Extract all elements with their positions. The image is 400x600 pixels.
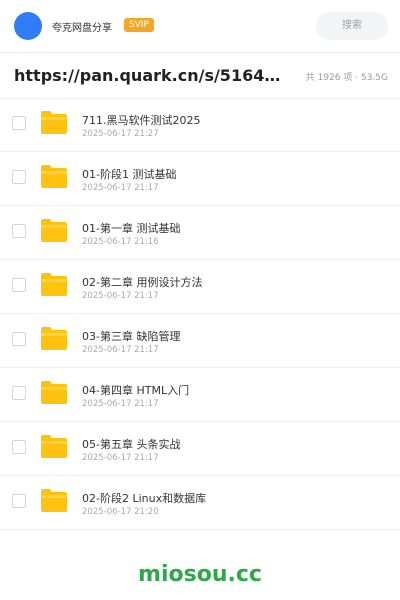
avatar[interactable]	[14, 12, 42, 40]
file-name: 01-阶段1 测试基础	[82, 168, 177, 181]
folder-icon	[41, 381, 67, 404]
share-title-bar: https://pan.quark.cn/s/5164b5796aa4 共 19…	[0, 52, 400, 99]
search-input[interactable]: 搜索	[316, 12, 388, 40]
file-name: 01-第一章 测试基础	[82, 222, 181, 235]
item-summary: 共 1926 项 · 53.5G	[305, 73, 388, 83]
brand-name: 夸克网盘分享	[52, 23, 112, 34]
list-item[interactable]: 02-第二章 用例设计方法 2025-06-17 21:17	[0, 260, 400, 314]
list-item[interactable]: 711.黑马软件测试2025 2025-06-17 21:27	[0, 98, 400, 152]
folder-icon	[41, 165, 67, 188]
select-checkbox[interactable]	[12, 116, 26, 130]
file-date: 2025-06-17 21:16	[82, 237, 159, 247]
share-url: https://pan.quark.cn/s/5164b5796aa4	[14, 66, 284, 85]
list-item[interactable]: 02-阶段2 Linux和数据库 2025-06-17 21:20	[0, 476, 400, 530]
folder-icon	[41, 327, 67, 350]
file-date: 2025-06-17 21:17	[82, 183, 159, 193]
file-date: 2025-06-17 21:17	[82, 291, 159, 301]
app-header: 夸克网盘分享 SVIP 搜索	[0, 0, 400, 53]
select-checkbox[interactable]	[12, 278, 26, 292]
folder-icon	[41, 273, 67, 296]
watermark: miosou.cc	[138, 562, 262, 587]
folder-icon	[41, 111, 67, 134]
file-name: 03-第三章 缺陷管理	[82, 330, 181, 343]
file-date: 2025-06-17 21:17	[82, 399, 159, 409]
file-date: 2025-06-17 21:17	[82, 453, 159, 463]
file-list: 711.黑马软件测试2025 2025-06-17 21:27 01-阶段1 测…	[0, 98, 400, 530]
file-date: 2025-06-17 21:17	[82, 345, 159, 355]
svip-badge: SVIP	[124, 18, 154, 32]
select-checkbox[interactable]	[12, 224, 26, 238]
select-checkbox[interactable]	[12, 440, 26, 454]
select-checkbox[interactable]	[12, 332, 26, 346]
file-date: 2025-06-17 21:27	[82, 129, 159, 139]
file-name: 05-第五章 头条实战	[82, 438, 181, 451]
folder-icon	[41, 489, 67, 512]
folder-icon	[41, 435, 67, 458]
select-checkbox[interactable]	[12, 494, 26, 508]
file-name: 711.黑马软件测试2025	[82, 114, 201, 127]
file-name: 02-第二章 用例设计方法	[82, 276, 203, 289]
file-name: 02-阶段2 Linux和数据库	[82, 492, 207, 505]
select-checkbox[interactable]	[12, 386, 26, 400]
list-item[interactable]: 01-阶段1 测试基础 2025-06-17 21:17	[0, 152, 400, 206]
file-date: 2025-06-17 21:20	[82, 507, 159, 517]
file-name: 04-第四章 HTML入门	[82, 384, 190, 397]
list-item[interactable]: 03-第三章 缺陷管理 2025-06-17 21:17	[0, 314, 400, 368]
folder-icon	[41, 219, 67, 242]
list-item[interactable]: 01-第一章 测试基础 2025-06-17 21:16	[0, 206, 400, 260]
list-item[interactable]: 05-第五章 头条实战 2025-06-17 21:17	[0, 422, 400, 476]
select-checkbox[interactable]	[12, 170, 26, 184]
list-item[interactable]: 04-第四章 HTML入门 2025-06-17 21:17	[0, 368, 400, 422]
